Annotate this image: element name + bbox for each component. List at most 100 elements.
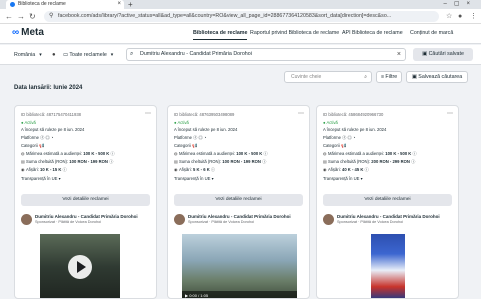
categories: Categorii 📢 xyxy=(323,143,347,148)
meta-logo[interactable]: ∞ Meta xyxy=(12,27,44,38)
profile-icon[interactable]: ● xyxy=(458,11,462,22)
clear-search-icon[interactable]: × xyxy=(397,49,401,60)
more-options-icon[interactable]: ⋯ xyxy=(447,110,453,117)
instagram-icon: ◎ xyxy=(198,135,203,140)
bookmark-star-icon[interactable]: ☆ xyxy=(446,11,452,22)
impressions: ◉Afișări: 40 K - 45 K ⓘ xyxy=(323,167,369,172)
library-id: ID bibliotecă: 487639503498089 xyxy=(174,112,235,117)
country-dropdown[interactable]: România ▾ xyxy=(14,49,42,61)
eu-transparency[interactable]: Transparență în UE ▾ xyxy=(174,176,214,181)
nav-ad-library-api[interactable]: API Biblioteca de reclame xyxy=(342,30,403,36)
facebook-icon: ⓕ xyxy=(40,135,45,140)
megaphone-icon: 📢 xyxy=(191,143,198,148)
avatar[interactable] xyxy=(21,214,32,225)
sponsored-label: Sponsorizat · Plătită de Voicea Dorohoi xyxy=(337,220,404,224)
chevron-down-icon: ▾ xyxy=(58,176,61,181)
url-text: facebook.com/ads/library/?active_status=… xyxy=(58,13,392,19)
more-options-icon[interactable]: ⋯ xyxy=(145,110,151,117)
results-header: Cuvinte cheie ⌕ ≡ Filtre ▣ Salvează căut… xyxy=(0,65,481,105)
amount-spent: ▤Suma cheltuită (RON): 100 RON - 199 RON… xyxy=(174,159,267,164)
ad-video[interactable] xyxy=(40,234,120,298)
messenger-icon: ◔ xyxy=(50,135,54,140)
facebook-favicon-icon xyxy=(10,2,15,7)
eu-transparency[interactable]: Transparență în UE ▾ xyxy=(21,176,61,181)
advertiser-header: Dumitriu Alexandru - Candidat Primăria D… xyxy=(174,213,305,231)
messenger-icon: ◔ xyxy=(203,135,207,140)
see-ad-details-button[interactable]: Vezi detaliile reclamei xyxy=(323,194,452,206)
ad-video[interactable]: ▶ 0:00 / 1:05 xyxy=(182,234,297,298)
info-icon: ⓘ xyxy=(364,167,369,172)
filter-bar: România ▾ ● ▭ Toate reclamele ▾ ⌕ Dumitriu… xyxy=(0,45,481,65)
chevron-down-icon: ▾ xyxy=(110,52,114,58)
eu-transparency[interactable]: Transparență în UE ▾ xyxy=(323,176,363,181)
info-icon: ⓘ xyxy=(412,151,417,156)
back-icon[interactable]: ← xyxy=(5,11,13,22)
advertiser-search-input[interactable]: ⌕ Dumitriu Alexandru - Candidat Primăria… xyxy=(126,48,406,61)
audience-size: ◍Mărimea estimată a audienței: 100 K - 5… xyxy=(174,151,268,156)
advertiser-name[interactable]: Dumitriu Alexandru - Candidat Primăria D… xyxy=(188,214,291,219)
avatar[interactable] xyxy=(323,214,334,225)
filters-button[interactable]: ≡ Filtre xyxy=(376,71,402,83)
avatar[interactable] xyxy=(174,214,185,225)
advertiser-name[interactable]: Dumitriu Alexandru - Candidat Primăria D… xyxy=(35,214,138,219)
megaphone-icon: 📢 xyxy=(38,143,45,148)
new-tab-icon[interactable]: + xyxy=(128,0,133,9)
url-field[interactable]: ⚲ facebook.com/ads/library/?active_statu… xyxy=(44,11,439,22)
keyword-search-input[interactable]: Cuvinte cheie ⌕ xyxy=(284,71,372,83)
tab-title: Biblioteca de reclame xyxy=(18,1,66,7)
see-ad-details-button[interactable]: Vezi detaliile reclamei xyxy=(21,194,150,206)
reload-icon[interactable]: ↻ xyxy=(29,11,36,22)
library-id: ID bibliotecă: 458684920966730 xyxy=(323,112,384,117)
ad-type-dropdown[interactable]: ▭ Toate reclamele ▾ xyxy=(63,49,113,61)
amount-spent: ▤Suma cheltuită (RON): 200 RON - 299 RON… xyxy=(323,159,416,164)
search-value: Dumitriu Alexandru - Candidat Primăria D… xyxy=(140,51,252,57)
meta-infinity-icon: ∞ xyxy=(12,27,20,38)
play-icon[interactable] xyxy=(68,255,92,279)
facebook-icon: ⓕ xyxy=(342,135,347,140)
platforms: Platforme ⓕ ◎ ◔ xyxy=(174,135,207,140)
more-options-icon[interactable]: ⋯ xyxy=(298,110,304,117)
browser-tabstrip: Biblioteca de reclame × + –▢× xyxy=(0,0,481,9)
categories: Categorii 📢 xyxy=(21,143,45,148)
saved-searches-button[interactable]: ▣ Căutări salvate xyxy=(413,48,473,61)
info-icon: ⓘ xyxy=(263,151,268,156)
audience-size: ◍Mărimea estimată a audienței: 100 K - 5… xyxy=(21,151,115,156)
search-icon: ⌕ xyxy=(130,51,134,57)
advertiser-header: Dumitriu Alexandru - Candidat Primăria D… xyxy=(323,213,454,231)
advertiser-name[interactable]: Dumitriu Alexandru - Candidat Primăria D… xyxy=(337,214,440,219)
info-icon: ⓘ xyxy=(262,159,267,164)
site-info-icon[interactable]: ⚲ xyxy=(49,11,53,22)
megaphone-icon: 📢 xyxy=(340,143,347,148)
instagram-icon: ◎ xyxy=(347,135,352,140)
status-badge: ● Activă xyxy=(323,120,338,125)
forward-icon[interactable]: → xyxy=(17,11,25,22)
start-date: A început să ruleze pe 8 iun. 2024 xyxy=(323,127,387,132)
window-controls[interactable]: –▢× xyxy=(443,0,477,9)
ad-image[interactable] xyxy=(371,234,405,298)
browser-menu-icon[interactable]: ⋮ xyxy=(470,11,477,22)
amount-spent: ▤Suma cheltuită (RON): 100 RON - 199 RON… xyxy=(21,159,114,164)
close-tab-icon[interactable]: × xyxy=(117,0,121,9)
sponsored-label: Sponsorizat · Plătită de Voicea Dorohoi xyxy=(188,220,255,224)
advertiser-header: Dumitriu Alexandru - Candidat Primăria D… xyxy=(21,213,152,231)
see-ad-details-button[interactable]: Vezi detaliile reclamei xyxy=(174,194,303,206)
library-id: ID bibliotecă: 487175470411938 xyxy=(21,112,81,117)
launch-date-heading: Data lansării: Iunie 2024 xyxy=(14,85,83,91)
categories: Categorii 📢 xyxy=(174,143,198,148)
address-bar: ← → ↻ ⚲ facebook.com/ads/library/?active… xyxy=(0,9,481,24)
info-icon: ⓘ xyxy=(210,167,216,172)
browser-tab[interactable]: Biblioteca de reclame × xyxy=(6,0,124,9)
nav-ad-library[interactable]: Biblioteca de reclame xyxy=(193,30,248,40)
save-search-button[interactable]: ▣ Salvează căutarea xyxy=(406,71,468,83)
video-controls[interactable]: ▶ 0:00 / 1:05 xyxy=(182,291,297,298)
info-icon: ⓘ xyxy=(411,159,416,164)
start-date: A început să ruleze pe 8 iun. 2024 xyxy=(174,127,238,132)
chevron-down-icon: ▾ xyxy=(39,52,42,58)
info-icon[interactable]: ● xyxy=(52,49,56,61)
facebook-icon: ⓕ xyxy=(193,135,198,140)
start-date: A început să ruleze pe 8 iun. 2024 xyxy=(21,127,85,132)
nav-branded-content[interactable]: Conținut de marcă xyxy=(410,30,453,36)
nav-ad-library-report[interactable]: Raportul privind Biblioteca de reclame xyxy=(250,30,339,36)
audience-size: ◍Mărimea estimată a audienței: 100 K - 5… xyxy=(323,151,417,156)
messenger-icon: ◔ xyxy=(352,135,356,140)
